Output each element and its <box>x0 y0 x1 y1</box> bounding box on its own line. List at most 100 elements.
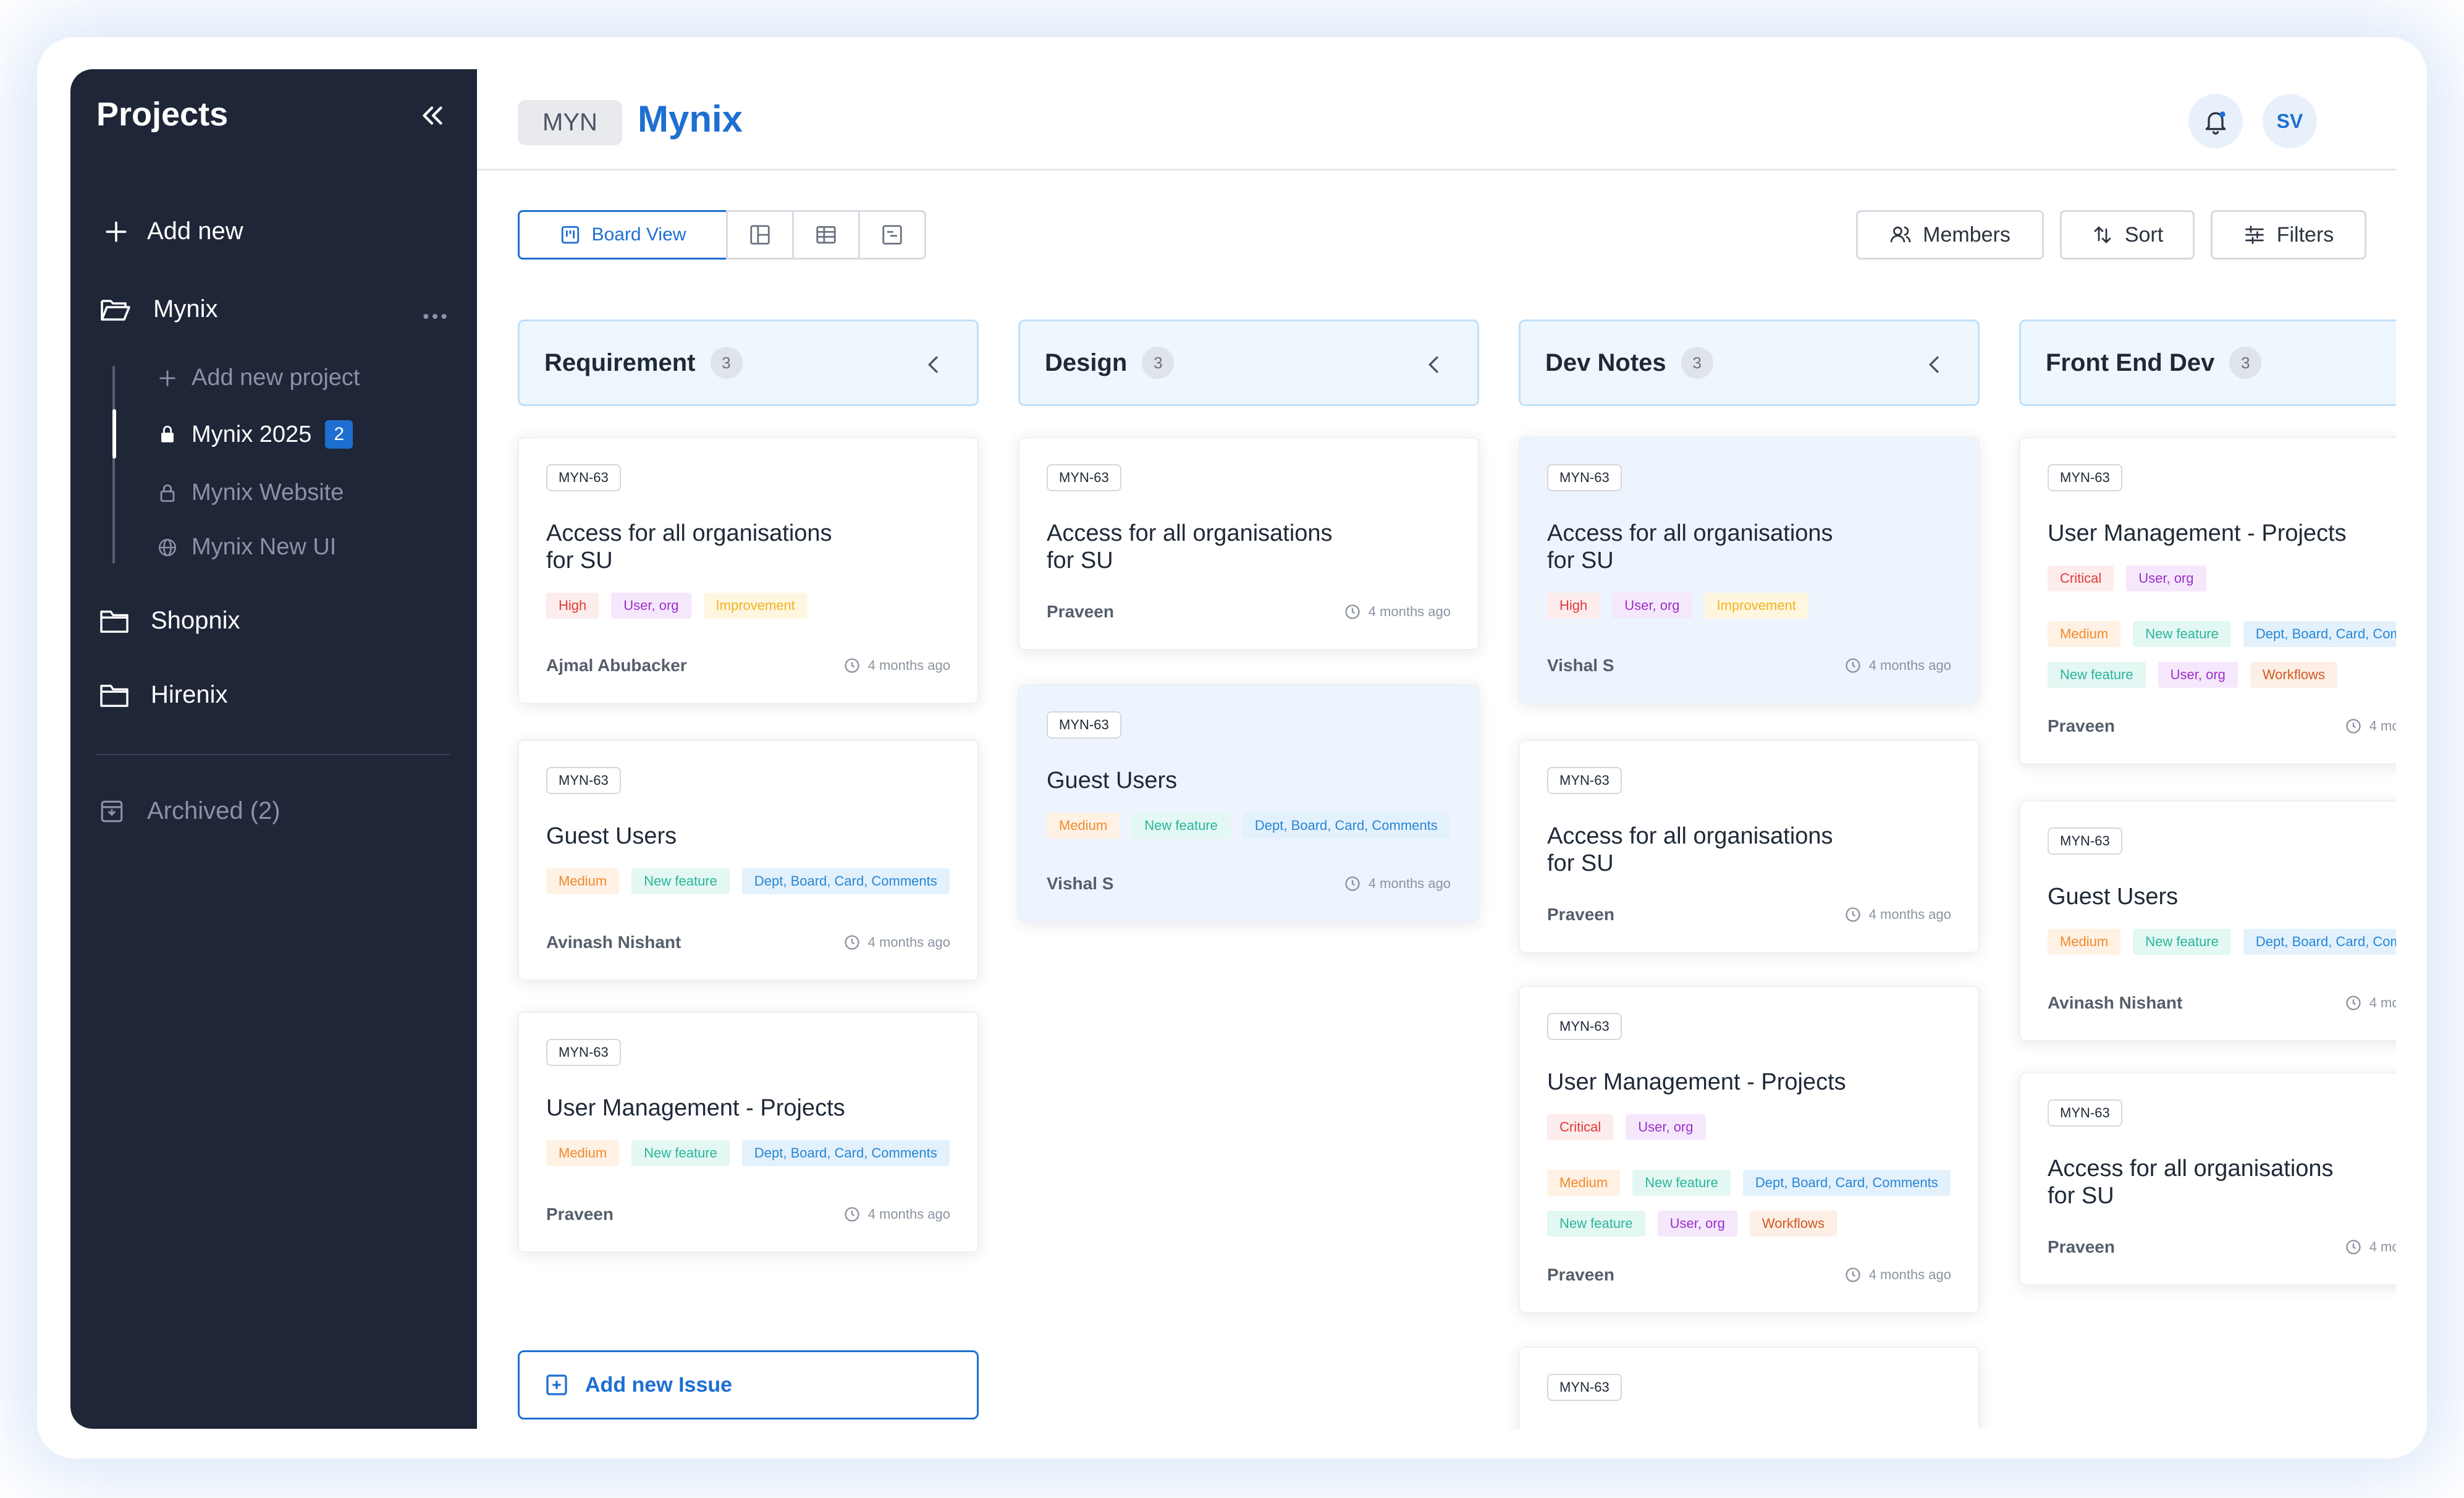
card-footer: Praveen 4 months ago <box>546 1204 950 1224</box>
tag: User, org <box>2126 565 2206 591</box>
issue-card[interactable]: MYN-63 User Management - Projects Medium… <box>518 1012 979 1253</box>
column-requirement: Requirement 3 MYN-63 Access for all orga… <box>518 319 979 1420</box>
tag: New feature <box>1547 1211 1645 1237</box>
sidebar-folder-mynix[interactable]: Mynix <box>99 295 217 323</box>
sidebar-folder-shopnix[interactable]: Shopnix <box>99 607 240 635</box>
clock-icon <box>1345 604 1360 619</box>
issue-card[interactable]: MYN-63 Guest Users Medium New feature De… <box>2019 800 2396 1041</box>
clock-icon <box>1846 1267 1860 1282</box>
members-button[interactable]: Members <box>1856 210 2044 260</box>
tag: Dept, Board, Card, Comments <box>2243 929 2396 955</box>
sidebar-item-mynix-2025[interactable]: Mynix 2025 2 <box>157 420 353 449</box>
chevron-left-icon[interactable] <box>1422 352 1446 377</box>
sidebar-folder-hirenix[interactable]: Hirenix <box>99 681 227 709</box>
issue-card[interactable]: MYN-63 Access for all organisations for … <box>2019 1072 2396 1285</box>
issue-title: Access for all organisations for SU <box>1547 823 1833 876</box>
more-options-icon[interactable] <box>423 307 447 326</box>
folder-icon <box>100 610 129 633</box>
tag: Improvement <box>1704 593 1808 619</box>
timestamp-text: 4 months ago <box>1868 907 1951 922</box>
assignee-name: Avinash Nishant <box>546 933 681 952</box>
notifications-button[interactable] <box>2188 94 2243 148</box>
timestamp: 4 months ago <box>843 1206 950 1223</box>
clock-icon <box>845 1207 859 1222</box>
issue-card[interactable]: MYN-63 Access for all organisations for … <box>1519 437 1980 704</box>
issue-card[interactable]: MYN-63 <box>1519 1347 1980 1429</box>
tag: New feature <box>2048 662 2146 688</box>
tag: Workflows <box>1749 1211 1837 1237</box>
timeline-view-button[interactable] <box>858 210 926 260</box>
filters-button[interactable]: Filters <box>2211 210 2366 260</box>
top-bar: MYN Mynix SV <box>477 69 2396 171</box>
issue-card[interactable]: MYN-63 Guest Users Medium New feature De… <box>1018 684 1479 922</box>
assignee-name: Praveen <box>2048 1237 2115 1256</box>
chevron-left-icon[interactable] <box>1922 352 1947 377</box>
assignee-name: Vishal S <box>1547 656 1614 675</box>
timestamp: 4 months ago <box>2345 1238 2396 1256</box>
issue-title: Guest Users <box>2048 884 2179 910</box>
double-chevron-left-icon[interactable] <box>416 100 447 131</box>
card-footer: Praveen 4 months ago <box>2048 716 2396 736</box>
sort-label: Sort <box>2124 222 2164 247</box>
issue-card[interactable]: MYN-63 Access for all organisations for … <box>518 437 979 704</box>
sidebar-item-archived[interactable]: Archived (2) <box>99 797 281 825</box>
sort-button[interactable]: Sort <box>2060 210 2195 260</box>
assignee-name: Avinash Nishant <box>2048 993 2183 1012</box>
issue-card[interactable]: MYN-63 Access for all organisations for … <box>1519 740 1980 953</box>
sidebar-item-mynix-new-ui[interactable]: Mynix New UI <box>157 534 336 561</box>
timestamp: 4 months ago <box>1344 875 1451 892</box>
issue-card[interactable]: MYN-63 Guest Users Medium New feature De… <box>518 740 979 981</box>
add-new-label: Add new <box>147 218 243 245</box>
tag-list: Medium New feature Dept, Board, Card, Co… <box>546 868 950 894</box>
table-view-button[interactable] <box>792 210 860 260</box>
add-new-issue-button[interactable]: Add new Issue <box>518 1350 979 1420</box>
folder-open-icon <box>101 299 130 321</box>
sidebar: Projects Add new Mynix Add new project M… <box>70 69 477 1429</box>
column-front-end-dev: Front End Dev 3 MYN-63 User Management -… <box>2019 319 2396 1285</box>
chevron-left-icon[interactable] <box>921 352 946 377</box>
add-new-button[interactable]: Add new <box>103 218 243 245</box>
column-header: Front End Dev 3 <box>2019 319 2396 406</box>
timestamp: 4 months ago <box>1844 906 1951 923</box>
tag: Dept, Board, Card, Comments <box>1742 1170 1951 1196</box>
sidebar-title: Projects <box>96 96 229 133</box>
column-title: Design <box>1045 349 1128 376</box>
lock-icon <box>161 425 174 442</box>
layout-view-button[interactable] <box>726 210 794 260</box>
sidebar-folder-label: Hirenix <box>151 681 228 708</box>
layout-icon <box>750 225 770 245</box>
issue-title: User Management - Projects <box>2048 520 2347 546</box>
issue-title: Guest Users <box>1047 768 1178 793</box>
timestamp: 4 months ago <box>1844 657 1951 674</box>
tag: Workflows <box>2250 662 2337 688</box>
timestamp: 4 months ago <box>2345 994 2396 1012</box>
clock-icon <box>845 658 859 673</box>
issue-card[interactable]: MYN-63 User Management - Projects Critic… <box>1519 986 1980 1313</box>
lock-icon <box>160 484 175 502</box>
timestamp-text: 4 months ago <box>2369 1239 2396 1255</box>
filters-icon <box>2245 226 2264 244</box>
issue-title: Access for all organisations for SU <box>2048 1156 2334 1209</box>
sidebar-item-label: Mynix 2025 <box>192 421 312 447</box>
tag: User, org <box>1612 593 1692 619</box>
sidebar-folder-label: Mynix <box>153 295 218 323</box>
issue-id: MYN-63 <box>2048 827 2122 855</box>
sidebar-item-add-project[interactable]: Add new project <box>157 365 360 391</box>
issue-id: MYN-63 <box>1547 1013 1622 1040</box>
tag-priority: Medium <box>546 868 620 894</box>
column-design: Design 3 MYN-63 Access for all organisat… <box>1018 319 1479 922</box>
issue-title: Access for all organisations for SU <box>1547 520 1833 573</box>
bell-icon <box>2205 111 2226 135</box>
issue-title: Guest Users <box>546 823 677 849</box>
sidebar-item-mynix-website[interactable]: Mynix Website <box>157 480 344 506</box>
tag-list: Critical User, org Medium New feature De… <box>1547 1114 1955 1237</box>
sidebar-active-indicator <box>112 409 116 459</box>
avatar[interactable]: SV <box>2263 94 2317 148</box>
issue-card[interactable]: MYN-63 Access for all organisations for … <box>1018 437 1479 650</box>
tag-priority: High <box>1547 593 1600 619</box>
issue-id: MYN-63 <box>2048 464 2122 491</box>
issue-card[interactable]: MYN-63 User Management - Projects Critic… <box>2019 437 2396 764</box>
timestamp-text: 4 months ago <box>2369 995 2396 1010</box>
tag: User, org <box>611 593 691 619</box>
board-view-button[interactable]: Board View <box>518 210 728 260</box>
